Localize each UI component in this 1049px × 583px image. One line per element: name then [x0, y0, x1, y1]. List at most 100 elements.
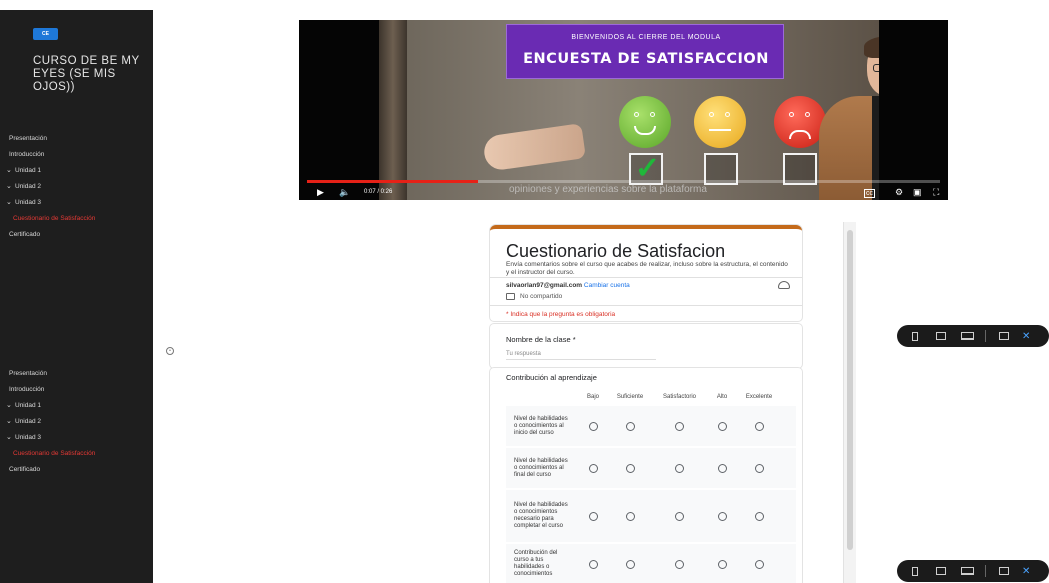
radio-button[interactable]: [625, 511, 635, 521]
grid-header: Bajo Suficiente Satisfactorio Alto Excel…: [506, 388, 796, 406]
sidebar-item-label: Unidad 2: [15, 182, 42, 190]
share-status: No compartido: [506, 293, 562, 300]
video-letterbox: [879, 20, 948, 200]
sidebar-item-presentacion[interactable]: Presentación: [0, 365, 153, 381]
question-label: Contribución al aprendizaje: [506, 373, 597, 382]
radio-button[interactable]: [717, 463, 727, 473]
change-account-link[interactable]: Cambiar cuenta: [584, 282, 630, 289]
chevron-down-icon: ⌄: [6, 418, 12, 425]
sidebar-item-label: Introducción: [9, 385, 45, 393]
grid-column-label: Alto: [716, 394, 728, 400]
close-icon[interactable]: ✕: [1022, 566, 1030, 577]
radio-button[interactable]: [675, 559, 684, 569]
radio-button[interactable]: [717, 421, 727, 431]
video-time: 0:07 / 0:26: [364, 189, 393, 195]
close-icon[interactable]: ✕: [1022, 331, 1030, 342]
form-scrollbar[interactable]: [843, 222, 856, 583]
grid-row-label: Nivel de habilidades o conocimientos al …: [514, 415, 568, 436]
embedded-form: Cuestionario de Satisfacion Envía coment…: [484, 222, 859, 583]
gear-icon[interactable]: ⚙: [895, 187, 903, 197]
phone-view-icon[interactable]: [907, 331, 923, 341]
course-sidebar: CE CURSO DE BE MY EYES (SE MIS OJOS)) Pr…: [0, 10, 153, 355]
radio-button[interactable]: [625, 421, 635, 431]
miniplayer-icon[interactable]: ▣: [913, 187, 922, 197]
radio-button[interactable]: [588, 421, 598, 431]
grid-row-label: Nivel de habilidades o conocimientos al …: [514, 457, 568, 478]
sidebar-nav: Presentación Introducción ⌄ Unidad 1 ⌄ Uni…: [0, 365, 153, 477]
radio-button[interactable]: [588, 463, 598, 473]
not-shared-icon: [506, 293, 515, 300]
divider: [985, 565, 986, 577]
radio-button[interactable]: [625, 559, 635, 569]
divider: [490, 305, 802, 306]
scrollbar-thumb[interactable]: [847, 230, 853, 550]
grid-column-label: Bajo: [586, 394, 599, 400]
sidebar-item-cuestionario[interactable]: Cuestionario de Satisfacción: [0, 210, 153, 226]
fullscreen-icon[interactable]: ⛶: [933, 187, 939, 197]
question-card-learning: Contribución al aprendizaje Bajo Suficie…: [490, 368, 802, 583]
floating-toolbar: ✕: [897, 560, 1049, 582]
grid-row: Nivel de habilidades o conocimientos nec…: [506, 490, 796, 542]
sidebar-item-introduccion[interactable]: Introducción: [0, 146, 153, 162]
radio-button[interactable]: [675, 421, 684, 431]
sidebar-item-unidad-3[interactable]: ⌄ Unidad 3: [0, 429, 153, 445]
volume-icon[interactable]: 🔈: [339, 187, 350, 197]
sidebar-item-label: Unidad 2: [15, 417, 42, 425]
account-email: silvaorlan97@gmail.com: [506, 282, 583, 289]
sidebar-item-unidad-2[interactable]: ⌄ Unidad 2: [0, 413, 153, 429]
sidebar-nav: Presentación Introducción ⌄ Unidad 1 ⌄ Uni…: [0, 130, 153, 242]
cloud-icon: [778, 281, 790, 289]
happy-face-icon: [619, 96, 671, 148]
play-icon[interactable]: ▶: [317, 187, 324, 197]
video-banner: BIENVENIDOS AL CIERRE DEL MODULA ENCUEST…: [506, 24, 784, 79]
radio-button[interactable]: [588, 511, 598, 521]
grid-row: Nivel de habilidades o conocimientos al …: [506, 448, 796, 488]
sidebar-item-unidad-3[interactable]: ⌄ Unidad 3: [0, 194, 153, 210]
sidebar-item-certificado[interactable]: Certificado: [0, 226, 153, 242]
radio-button[interactable]: [754, 559, 764, 569]
grid-row-label: Contribución del curso a tus habilidades…: [514, 550, 558, 577]
banner-subtitle: BIENVENIDOS AL CIERRE DEL MODULA: [571, 34, 721, 41]
radio-grid: Bajo Suficiente Satisfactorio Alto Excel…: [506, 388, 796, 583]
comment-icon[interactable]: [996, 566, 1012, 576]
tablet-view-icon[interactable]: [933, 566, 949, 576]
sidebar-item-cuestionario[interactable]: Cuestionario de Satisfacción: [0, 445, 153, 461]
phone-view-icon[interactable]: [907, 566, 923, 576]
video-progress-bar[interactable]: [307, 180, 940, 183]
sidebar-item-label: Unidad 3: [15, 433, 42, 441]
question-label: Nombre de la clase *: [506, 335, 576, 344]
form-header-card: Cuestionario de Satisfacion Envía coment…: [490, 225, 802, 321]
tablet-view-icon[interactable]: [933, 331, 949, 341]
video-controls: ▶ 🔈 0:07 / 0:26 cc ⚙ ▣ ⛶: [299, 180, 948, 200]
class-name-input[interactable]: Tu respuesta: [506, 351, 656, 360]
radio-button[interactable]: [754, 511, 764, 521]
radio-button[interactable]: [717, 559, 727, 569]
sidebar-item-certificado[interactable]: Certificado: [0, 461, 153, 477]
grid-column-label: Suficiente: [616, 394, 644, 400]
radio-button[interactable]: [754, 463, 764, 473]
desktop-view-icon[interactable]: [959, 566, 975, 576]
radio-button[interactable]: [717, 511, 727, 521]
sidebar-item-label: Presentación: [9, 369, 47, 377]
floating-toolbar: ✕: [897, 325, 1049, 347]
sidebar-item-label: Certificado: [9, 230, 41, 238]
sidebar-item-unidad-2[interactable]: ⌄ Unidad 2: [0, 178, 153, 194]
banner-title: ENCUESTA DE SATISFACCION: [523, 51, 769, 67]
video-player[interactable]: ✓ BIENVENIDOS AL CIERRE DEL MODULA ENCUE…: [299, 20, 948, 200]
radio-button[interactable]: [588, 559, 598, 569]
desktop-view-icon[interactable]: [959, 331, 975, 341]
sidebar-item-introduccion[interactable]: Introducción: [0, 381, 153, 397]
sidebar-item-label: Unidad 3: [15, 198, 42, 206]
sidebar-toggle-button[interactable]: •: [166, 347, 174, 355]
logo[interactable]: CE: [33, 28, 58, 40]
radio-button[interactable]: [675, 511, 684, 521]
radio-button[interactable]: [625, 463, 635, 473]
radio-button[interactable]: [675, 463, 684, 473]
radio-button[interactable]: [754, 421, 764, 431]
sidebar-item-unidad-1[interactable]: ⌄ Unidad 1: [0, 397, 153, 413]
page: CE CURSO DE BE MY EYES (SE MIS OJOS)) Pr…: [0, 0, 1049, 583]
sidebar-item-unidad-1[interactable]: ⌄ Unidad 1: [0, 162, 153, 178]
comment-icon[interactable]: [996, 331, 1012, 341]
sidebar-item-presentacion[interactable]: Presentación: [0, 130, 153, 146]
subtitles-icon[interactable]: cc: [864, 189, 875, 198]
